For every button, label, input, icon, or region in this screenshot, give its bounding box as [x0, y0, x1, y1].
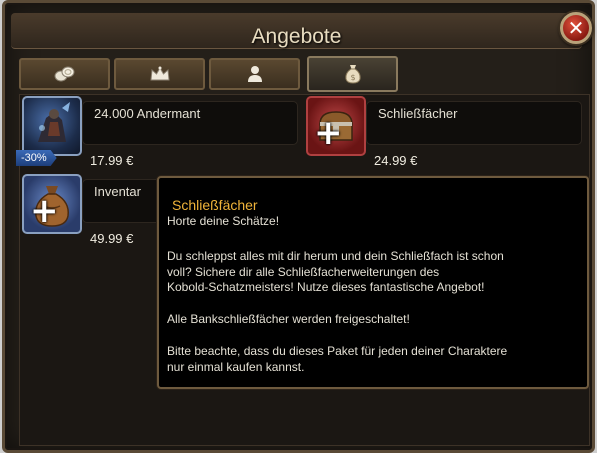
item-price: 49.99 €: [90, 231, 134, 246]
title-bar: Angebote: [11, 13, 582, 49]
tab-crown[interactable]: [114, 58, 205, 90]
andermant-icon: [22, 96, 82, 156]
item-tooltip: Schließfächer Horte deine Schätze! Du sc…: [157, 176, 589, 389]
item-name: 24.000 Andermant: [94, 106, 201, 121]
offer-item-lockers[interactable]: + Schließfächer 24.99 €: [302, 96, 584, 170]
item-price: 24.99 €: [374, 153, 418, 168]
person-icon: [247, 66, 262, 82]
chest-icon: +: [306, 96, 366, 156]
tab-shop-bag[interactable]: $: [307, 56, 398, 92]
offer-item-andermant[interactable]: -30% 24.000 Andermant 17.99 €: [16, 96, 300, 170]
item-name: Schließfächer: [378, 106, 458, 121]
tab-coins[interactable]: [19, 58, 110, 90]
tooltip-line: Alle Bankschließfächer werden freigescha…: [167, 312, 410, 326]
coins-icon: [54, 66, 74, 82]
tooltip-line: nur einmal kaufen kannst.: [167, 360, 305, 374]
close-button[interactable]: ✕: [560, 12, 592, 44]
item-name: Inventar: [94, 184, 141, 199]
add-icon: +: [314, 113, 343, 153]
svg-text:$: $: [350, 73, 355, 82]
tooltip-line: Bitte beachte, dass du dieses Paket für …: [167, 344, 508, 358]
tooltip-line: Du schleppst alles mit dir herum und dei…: [167, 249, 504, 263]
add-icon: +: [30, 191, 59, 231]
window-title: Angebote: [251, 25, 342, 48]
crown-icon: [149, 66, 170, 81]
tab-character[interactable]: [209, 58, 300, 90]
bag-icon: +: [22, 174, 82, 234]
item-price: 17.99 €: [90, 153, 134, 168]
tooltip-line: Kobold-Schatzmeisters! Nutze dieses fant…: [167, 280, 485, 294]
tooltip-title: Schließfächer: [172, 197, 258, 213]
close-icon: ✕: [567, 16, 585, 40]
discount-badge: -30%: [16, 150, 57, 166]
tooltip-line: voll? Sichere dir alle Schließfacherweit…: [167, 265, 440, 279]
tooltip-line: Horte deine Schätze!: [167, 214, 280, 228]
money-bag-icon: $: [344, 65, 361, 84]
